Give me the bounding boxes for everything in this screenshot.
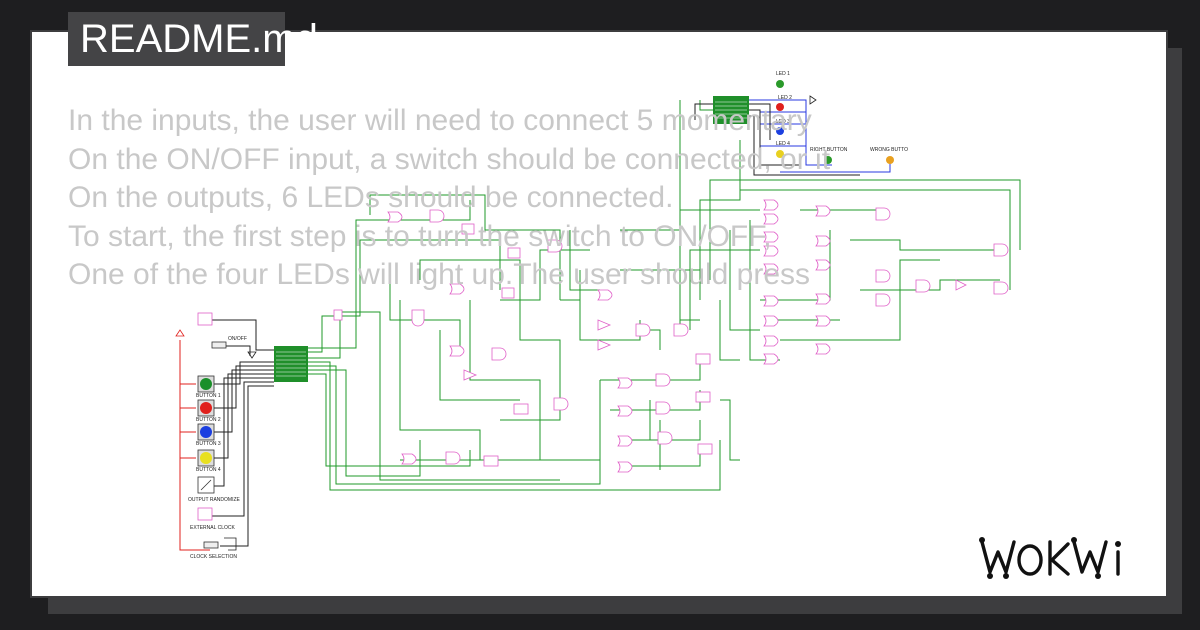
gate — [197, 507, 213, 521]
gate — [815, 343, 831, 355]
gate — [635, 323, 651, 337]
gate — [763, 315, 779, 327]
led-1 — [776, 80, 784, 88]
gate — [655, 373, 671, 387]
gate — [513, 403, 529, 415]
description-line: On the outputs, 6 LEDs should be connect… — [68, 181, 674, 214]
gate — [763, 295, 779, 307]
readme-file-tab[interactable]: README.md — [68, 12, 318, 66]
description-text: In the inputs, the user will need to con… — [68, 102, 938, 295]
gate — [993, 243, 1009, 257]
gate — [763, 353, 779, 365]
gate — [333, 309, 343, 321]
gate — [695, 391, 711, 403]
button-3[interactable] — [197, 423, 215, 441]
gate — [763, 335, 779, 347]
gate — [815, 315, 831, 327]
gate — [483, 455, 499, 467]
description-line: To start, the first step is to turn the … — [68, 219, 772, 253]
gate — [197, 312, 213, 326]
gate — [695, 353, 711, 365]
description-line: In the inputs, the user will need to con… — [68, 104, 812, 137]
gate — [617, 435, 633, 447]
gate — [445, 451, 461, 465]
gate — [993, 281, 1009, 295]
gate — [657, 431, 673, 445]
gate — [553, 397, 569, 411]
randomize-label: OUTPUT RANDOMIZE — [188, 497, 241, 503]
external-clock-label: EXTERNAL CLOCK — [190, 525, 235, 531]
button-4[interactable] — [197, 449, 215, 467]
description-line: On the ON/OFF input, a switch should be … — [68, 142, 831, 176]
button-2[interactable] — [197, 399, 215, 417]
gate — [597, 319, 612, 331]
gate — [673, 323, 689, 337]
file-tab-title: README.md — [80, 17, 318, 61]
gate — [697, 443, 713, 455]
gate — [401, 453, 417, 465]
gate — [875, 293, 891, 307]
main-chip-left — [274, 346, 308, 382]
button-2-label: BUTTON 2 — [196, 417, 221, 423]
led-1-label: LED 1 — [776, 71, 790, 77]
gate — [411, 309, 425, 327]
gate — [655, 401, 671, 415]
gate — [597, 339, 612, 351]
button-3-label: BUTTON 3 — [196, 441, 221, 447]
led-2-label: LED 2 — [778, 95, 792, 101]
gate — [617, 461, 633, 473]
gate — [955, 279, 967, 291]
gate — [491, 347, 507, 361]
onoff-switch[interactable] — [211, 341, 227, 349]
button-1-label: BUTTON 1 — [196, 393, 221, 399]
power-icon — [175, 329, 185, 337]
button-4-label: BUTTON 4 — [196, 467, 221, 473]
gate — [815, 293, 831, 305]
clock-selection-switch[interactable] — [203, 541, 219, 549]
wokwi-logo — [976, 530, 1156, 595]
gate — [617, 405, 633, 417]
wokwi-logo-mark — [979, 537, 1121, 579]
gate — [617, 377, 633, 389]
clock-selection-label: CLOCK SELECTION — [190, 554, 237, 560]
gate — [449, 345, 465, 357]
button-1[interactable] — [197, 375, 215, 393]
onoff-label: ON/OFF — [228, 336, 247, 342]
description-line: One of the four LEDs will light up.The u… — [68, 258, 811, 291]
